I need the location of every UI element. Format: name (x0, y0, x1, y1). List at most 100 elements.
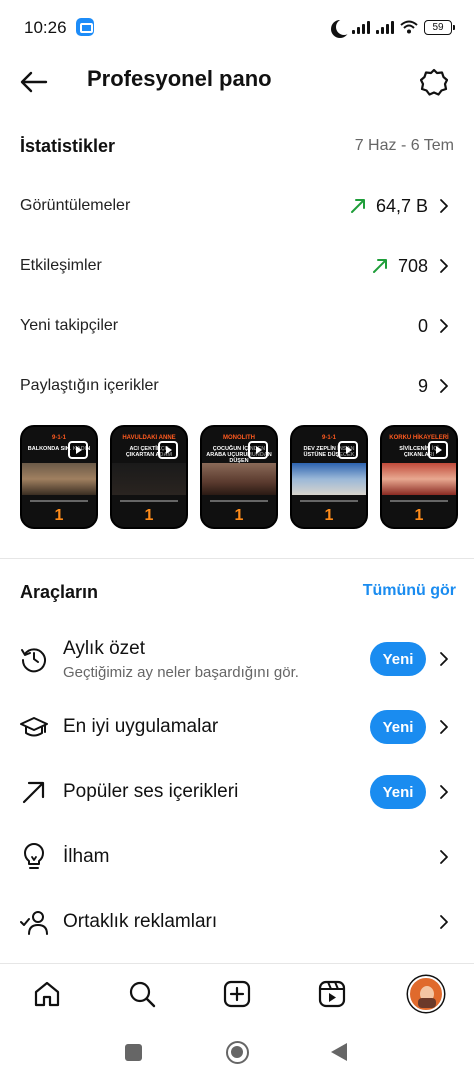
reel-icon (338, 441, 358, 459)
home-icon (34, 981, 60, 1007)
recent-apps-button[interactable] (125, 1044, 142, 1061)
tool-label: Ortaklık reklamları (63, 911, 218, 932)
tool-monthly-summary[interactable]: Aylık özet Geçtiğimiz ay neler başardığı… (0, 630, 474, 690)
stat-value: 9 (417, 375, 428, 396)
tool-label: İlham (63, 846, 110, 867)
thumbnail-photo (202, 463, 276, 495)
thumbnail-photo (382, 463, 456, 495)
history-icon (21, 648, 46, 673)
thumbnail-divider (210, 500, 268, 502)
thumbnail-divider (390, 500, 448, 502)
signal-2-icon (376, 20, 394, 34)
thumbnail-divider (300, 500, 358, 502)
home-button-dot (231, 1046, 243, 1058)
chevron-right-icon (440, 850, 448, 864)
bottom-nav (0, 970, 474, 1020)
stat-row-engagements[interactable]: Etkileşimler 708 (0, 246, 474, 286)
stat-value: 0 (417, 315, 428, 336)
nav-reels[interactable] (316, 978, 348, 1010)
chevron-right-icon (440, 259, 448, 273)
stat-label: Görüntülemeler (20, 197, 131, 214)
content-thumbnail[interactable]: 9-1-1 DEV ZEPLİN İNSAN ÜSTÜNE DÜŞECEK 1 (290, 425, 368, 529)
tool-inspiration[interactable]: İlham (0, 827, 474, 887)
thumbnail-number: 1 (414, 507, 424, 524)
wifi-icon (400, 20, 418, 34)
battery-icon: 59 (424, 19, 455, 35)
thumbnail-divider (120, 500, 178, 502)
reels-icon (318, 980, 346, 1008)
trend-up-icon (372, 259, 387, 273)
stat-row-views[interactable]: Görüntülemeler 64,7 B (0, 186, 474, 226)
chevron-right-icon (440, 379, 448, 393)
new-badge: Yeni (370, 642, 426, 676)
search-icon (129, 981, 156, 1008)
tool-partnership-ads[interactable]: Ortaklık reklamları (0, 892, 474, 952)
stat-label: Etkileşimler (20, 257, 102, 274)
page-title: Profesyonel pano (87, 66, 272, 91)
back-button[interactable] (14, 62, 54, 102)
reel-icon (248, 441, 268, 459)
partner-check-icon (20, 911, 48, 935)
chevron-right-icon (440, 720, 448, 734)
tool-label: En iyi uygulamalar (63, 716, 219, 737)
tool-label: Popüler ses içerikleri (63, 781, 239, 802)
nav-search[interactable] (126, 978, 158, 1010)
thumbnail-number: 1 (54, 507, 64, 524)
new-badge: Yeni (370, 775, 426, 809)
arrow-up-right-icon (22, 781, 45, 804)
home-button[interactable] (226, 1041, 249, 1064)
content-thumbnail[interactable]: KORKU HİKAYELERİ SİVİLCENİN İÇİ ÇIKANLAR… (380, 425, 458, 529)
chevron-right-icon (440, 785, 448, 799)
nav-profile-avatar[interactable] (408, 976, 444, 1012)
stat-label: Paylaştığın içerikler (20, 377, 159, 394)
content-thumbnail[interactable]: MONOLITH ÇOCUĞUN İÇİNDEN ARABA UÇURUMUND… (200, 425, 278, 529)
stat-label: Yeni takipçiler (20, 317, 119, 334)
thumbnail-photo (292, 463, 366, 495)
chevron-right-icon (440, 915, 448, 929)
tools-title: Araçların (20, 582, 99, 602)
gear-icon (420, 68, 448, 96)
graduation-cap-icon (20, 717, 48, 737)
nav-create[interactable] (221, 978, 253, 1010)
tool-subtitle: Geçtiğimiz ay neler başardığını gör. (63, 664, 299, 681)
thumbnail-number: 1 (234, 507, 244, 524)
stat-row-new-followers[interactable]: Yeni takipçiler 0 (0, 306, 474, 346)
app-notification-icon (76, 18, 94, 36)
thumbnail-number: 1 (324, 507, 334, 524)
tool-label: Aylık özet (63, 638, 146, 659)
chevron-right-icon (440, 199, 448, 213)
stat-value: 708 (397, 255, 428, 276)
new-badge: Yeni (370, 710, 426, 744)
back-arrow-icon (20, 71, 48, 93)
system-nav-bar (0, 1030, 474, 1080)
reel-icon (158, 441, 178, 459)
stats-title: İstatistikler (20, 136, 116, 156)
settings-button[interactable] (414, 62, 454, 102)
thumbnail-divider (30, 500, 88, 502)
signal-1-icon (352, 20, 370, 34)
section-divider (0, 558, 474, 559)
chevron-right-icon (440, 652, 448, 666)
stats-date-range[interactable]: 7 Haz - 6 Tem (355, 137, 454, 155)
tool-popular-audio[interactable]: Popüler ses içerikleri Yeni (0, 762, 474, 822)
do-not-disturb-icon (336, 19, 352, 35)
nav-home[interactable] (31, 978, 63, 1010)
reel-icon (68, 441, 88, 459)
status-bar: 10:26 59 (0, 0, 474, 56)
status-time: 10:26 (24, 18, 67, 37)
thumbnail-photo (112, 463, 186, 495)
bottom-nav-divider (0, 963, 474, 964)
content-thumbnail[interactable]: 9-1-1 BALKONDA SIK. KADIN 1 (20, 425, 98, 529)
content-thumbnail[interactable]: HAVULDAKI ANNE ACI ÇEKTİKÇE ÇIKARTAN ADA… (110, 425, 188, 529)
trend-up-icon (350, 199, 365, 213)
stat-row-shared-content[interactable]: Paylaştığın içerikler 9 (0, 366, 474, 406)
back-system-button[interactable] (331, 1043, 347, 1061)
thumbnail-photo (22, 463, 96, 495)
thumbnail-number: 1 (144, 507, 154, 524)
plus-square-icon (223, 980, 251, 1008)
reel-icon (428, 441, 448, 459)
see-all-link[interactable]: Tümünü gör (363, 582, 456, 600)
lightbulb-icon (24, 843, 44, 869)
tool-best-practices[interactable]: En iyi uygulamalar Yeni (0, 697, 474, 757)
stat-value: 64,7 B (375, 195, 428, 216)
